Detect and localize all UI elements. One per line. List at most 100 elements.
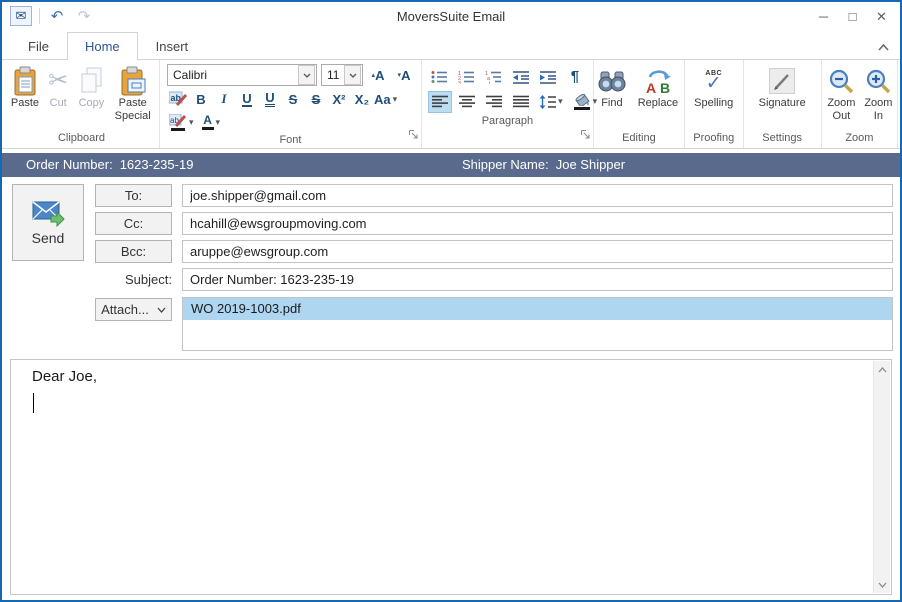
replace-button[interactable]: AB Replace <box>632 60 684 131</box>
zoom-in-button[interactable]: Zoom In <box>861 60 895 131</box>
multilevel-list-button[interactable]: 1ai <box>482 66 506 88</box>
clear-formatting-button[interactable]: ab <box>167 88 189 110</box>
minimize-button[interactable]: ─ <box>809 2 838 31</box>
scroll-down-icon[interactable] <box>874 576 891 593</box>
shipper-name-label: Shipper Name: <box>462 153 549 177</box>
body-scrollbar[interactable] <box>873 361 890 593</box>
message-body-editor[interactable]: Dear Joe, <box>10 359 892 595</box>
tab-home[interactable]: Home <box>67 32 138 61</box>
show-marks-button[interactable]: ¶ <box>563 66 587 88</box>
signature-button[interactable]: Signature <box>747 60 817 131</box>
find-button[interactable]: Find <box>594 60 630 131</box>
body-text-line: Dear Joe, <box>11 360 891 385</box>
decrease-indent-button[interactable] <box>509 66 533 88</box>
app-window: ✉ ↶ ↷ MoversSuite Email ─ □ ✕ File Home … <box>0 0 902 602</box>
line-spacing-icon <box>539 95 556 109</box>
dropdown-icon: ▾ <box>393 94 398 105</box>
redo-button[interactable]: ↷ <box>74 6 94 26</box>
dropdown-icon: ▾ <box>216 117 221 128</box>
numbering-button[interactable]: 123 <box>455 66 479 88</box>
font-name-combo[interactable]: Calibri <box>167 64 317 86</box>
underline-button[interactable]: U <box>236 88 258 110</box>
font-color-button[interactable]: A ▾ <box>200 111 223 133</box>
attach-button[interactable]: Attach... <box>95 298 172 321</box>
maximize-button[interactable]: □ <box>838 2 867 31</box>
order-info-bar: Order Number: 1623-235-19 Shipper Name: … <box>2 153 900 177</box>
cut-button[interactable]: ✂ Cut <box>44 60 73 131</box>
settings-group-label: Settings <box>744 131 821 148</box>
subject-input[interactable] <box>182 268 893 291</box>
bcc-button[interactable]: Bcc: <box>95 240 172 263</box>
line-spacing-button[interactable]: ▾ <box>536 91 566 113</box>
paste-button[interactable]: Paste <box>8 60 42 131</box>
svg-text:i: i <box>489 81 490 84</box>
send-button[interactable]: Send <box>12 184 84 261</box>
align-center-button[interactable] <box>455 91 479 113</box>
superscript-button[interactable]: X² <box>328 88 350 110</box>
spelling-abc-check-icon: ABC ✓ <box>705 65 722 97</box>
collapse-ribbon-button[interactable] <box>876 41 890 53</box>
zoom-out-magnifier-icon <box>828 65 855 97</box>
ribbon-group-editing: Find AB Replace Editing <box>594 60 685 148</box>
attachment-list[interactable]: WO 2019-1003.pdf <box>182 297 893 351</box>
zoom-out-button[interactable]: Zoom Out <box>823 60 859 131</box>
align-right-icon <box>486 95 502 108</box>
paragraph-dialog-launcher[interactable] <box>580 127 591 145</box>
bullets-button[interactable] <box>428 66 452 88</box>
compose-header: Send To: Cc: Bcc: Subject: Attach... WO … <box>2 177 900 355</box>
numbered-list-icon: 123 <box>458 70 475 84</box>
to-button[interactable]: To: <box>95 184 172 207</box>
ribbon-group-settings: Signature Settings <box>744 60 822 148</box>
close-button[interactable]: ✕ <box>867 2 896 31</box>
increase-indent-button[interactable] <box>536 66 560 88</box>
italic-button[interactable]: I <box>213 88 235 110</box>
font-group-label: Font <box>160 133 421 148</box>
undo-button[interactable]: ↶ <box>47 6 67 26</box>
cc-input[interactable] <box>182 212 893 235</box>
align-center-icon <box>459 95 475 108</box>
shading-bucket-icon <box>573 94 591 110</box>
clear-formatting-icon: ab <box>169 91 188 107</box>
align-left-button[interactable] <box>428 91 452 113</box>
align-right-button[interactable] <box>482 91 506 113</box>
toolbar-separator <box>39 8 40 24</box>
multilevel-list-icon: 1ai <box>485 70 502 84</box>
tab-file[interactable]: File <box>10 32 67 60</box>
font-size-dropdown-icon[interactable] <box>344 65 361 85</box>
dropdown-icon: ▾ <box>189 117 194 128</box>
paste-special-button[interactable]: Paste Special <box>110 60 155 131</box>
copy-button[interactable]: Copy <box>74 60 108 131</box>
strikethrough-button[interactable]: S <box>282 88 304 110</box>
font-name-dropdown-icon[interactable] <box>298 65 315 85</box>
align-left-icon <box>432 95 448 108</box>
justify-button[interactable] <box>509 91 533 113</box>
grow-font-button[interactable]: A <box>367 64 389 86</box>
chevron-down-icon <box>157 307 166 313</box>
tab-insert[interactable]: Insert <box>138 32 207 60</box>
copy-pages-icon <box>78 65 104 97</box>
cc-button[interactable]: Cc: <box>95 212 172 235</box>
font-size-combo[interactable]: 11 <box>321 64 363 86</box>
bold-button[interactable]: B <box>190 88 212 110</box>
window-controls: ─ □ ✕ <box>809 2 896 31</box>
ribbon-group-proofing: ABC ✓ Spelling Proofing <box>685 60 744 148</box>
spelling-button[interactable]: ABC ✓ Spelling <box>687 60 741 131</box>
justify-icon <box>513 95 529 108</box>
bcc-input[interactable] <box>182 240 893 263</box>
shrink-font-button[interactable]: A <box>393 64 415 86</box>
shipper-name-value: Joe Shipper <box>556 153 625 177</box>
title-bar: ✉ ↶ ↷ MoversSuite Email ─ □ ✕ <box>2 2 900 32</box>
double-underline-button[interactable]: U <box>259 88 281 110</box>
change-case-button[interactable]: Aa▾ <box>374 88 397 110</box>
order-number-value: 1623-235-19 <box>120 153 194 177</box>
subscript-button[interactable]: X₂ <box>351 88 373 110</box>
to-input[interactable] <box>182 184 893 207</box>
zoom-in-magnifier-icon <box>865 65 892 97</box>
font-dialog-launcher[interactable] <box>408 127 419 145</box>
text-highlight-color-button[interactable]: ab ▾ <box>167 111 196 133</box>
bullet-list-icon <box>431 70 448 84</box>
attachment-item[interactable]: WO 2019-1003.pdf <box>183 298 892 320</box>
double-strikethrough-button[interactable]: S <box>305 88 327 110</box>
highlight-icon: ab <box>169 114 187 131</box>
scroll-up-icon[interactable] <box>874 361 891 378</box>
